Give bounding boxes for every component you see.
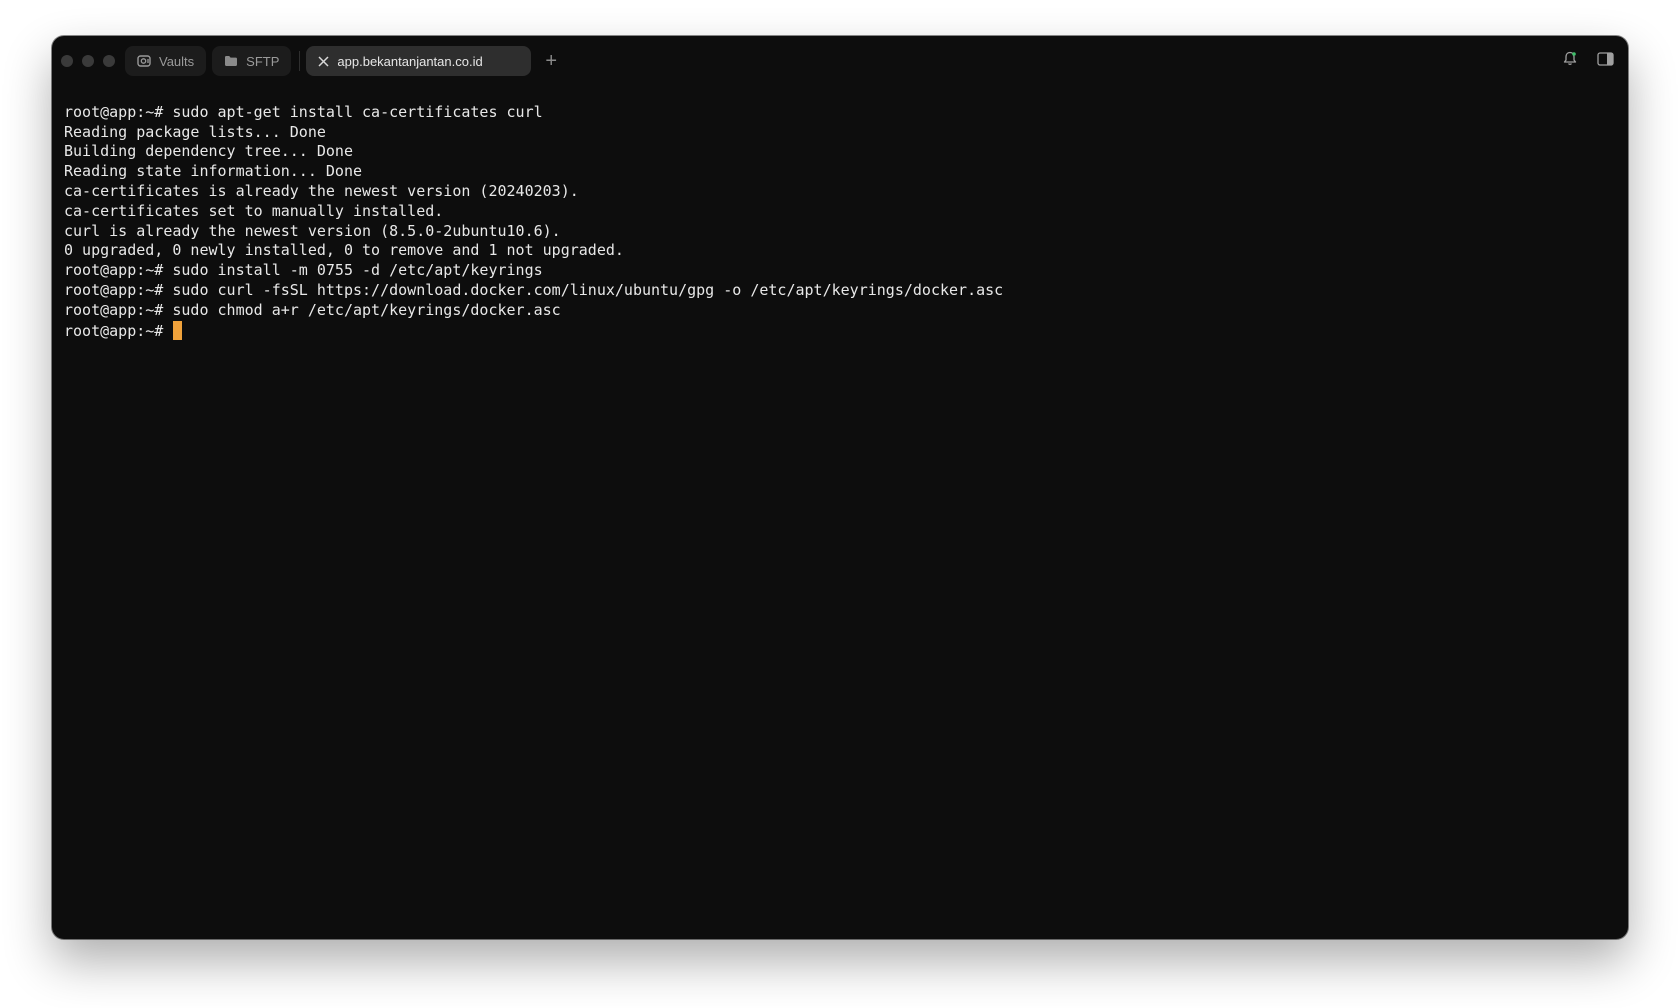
terminal-prompt-line[interactable]: root@app:~# [64,320,1616,341]
window-controls [61,55,115,67]
terminal-window: Vaults SFTP app.bekantanjantan.co.id + r… [52,36,1628,939]
bell-icon[interactable] [1563,51,1577,66]
tab-label: Vaults [159,53,195,69]
titlebar: Vaults SFTP app.bekantanjantan.co.id + [52,36,1628,86]
titlebar-actions [1563,51,1614,66]
terminal-line: curl is already the newest version (8.5.… [64,221,561,240]
terminal-line: 0 upgraded, 0 newly installed, 0 to remo… [64,241,624,260]
terminal-cursor [173,320,183,340]
tab-label: app.bekantanjantan.co.id [337,53,483,69]
vault-icon [137,54,151,68]
tab-bar: Vaults SFTP app.bekantanjantan.co.id + [125,46,557,76]
terminal-line: root@app:~# sudo curl -fsSL https://down… [64,280,1004,299]
tab-ssh-session[interactable]: app.bekantanjantan.co.id [306,46,532,76]
tab-label: SFTP [246,53,280,69]
maximize-window-button[interactable] [103,55,115,67]
new-tab-button[interactable]: + [545,51,557,71]
terminal-line: root@app:~# sudo apt-get install ca-cert… [64,102,543,121]
sidebar-toggle-icon[interactable] [1597,51,1614,66]
tab-vaults[interactable]: Vaults [125,46,207,76]
terminal-line: ca-certificates is already the newest ve… [64,181,579,200]
tab-sftp[interactable]: SFTP [212,46,292,76]
terminal-prompt: root@app:~# [64,321,173,340]
terminal-line: root@app:~# sudo install -m 0755 -d /etc… [64,261,543,280]
terminal-line: root@app:~# sudo chmod a+r /etc/apt/keyr… [64,300,561,319]
folder-icon [224,55,238,67]
tab-divider [299,51,301,71]
close-window-button[interactable] [61,55,73,67]
terminal-line: ca-certificates set to manually installe… [64,201,444,220]
terminal-line: Reading state information... Done [64,162,363,181]
terminal-output[interactable]: root@app:~# sudo apt-get install ca-cert… [64,83,1616,927]
close-icon[interactable] [318,55,329,67]
terminal-line: Reading package lists... Done [64,122,326,141]
minimize-window-button[interactable] [82,55,94,67]
terminal-line: Building dependency tree... Done [64,142,353,161]
